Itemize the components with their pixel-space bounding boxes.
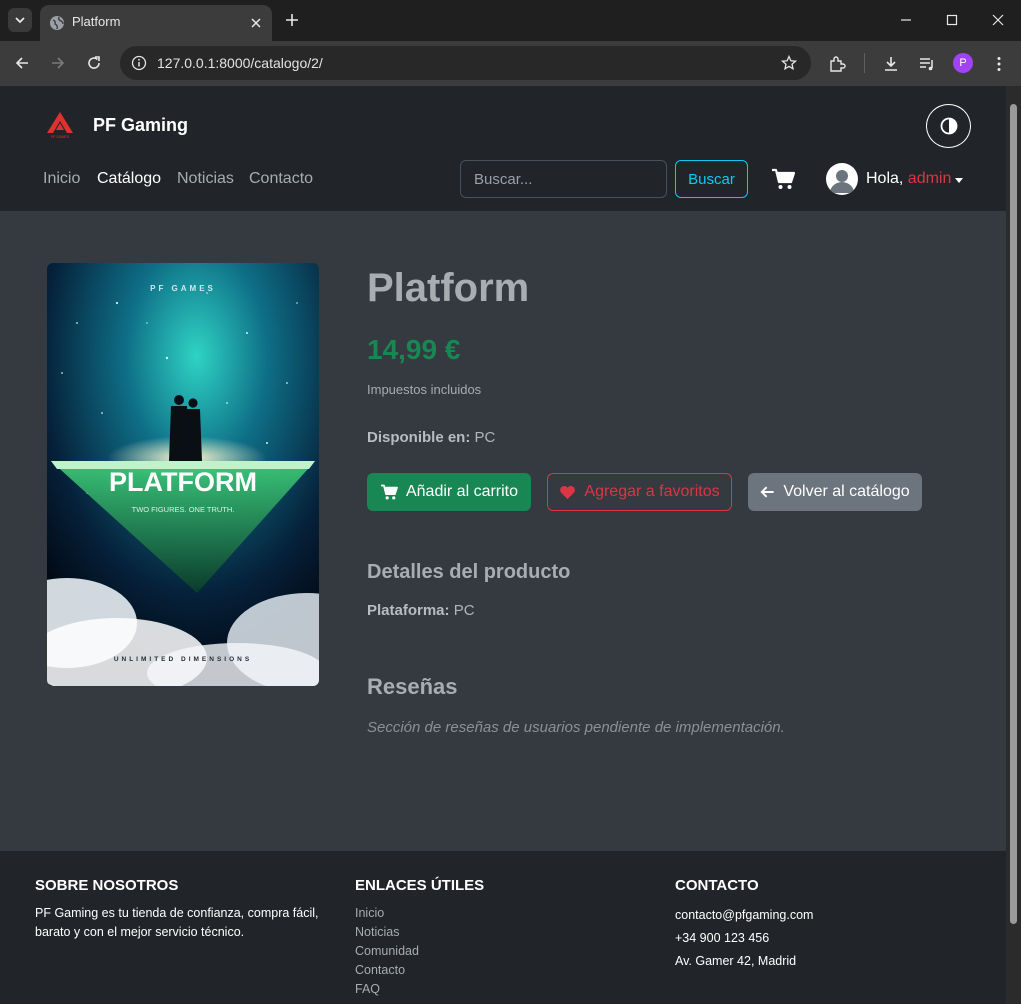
add-to-cart-button[interactable]: Añadir al carrito [367,473,531,511]
site-footer: SOBRE NOSOTROS PF Gaming es tu tienda de… [0,851,1006,1004]
toolbar-separator [864,53,865,73]
new-tab-icon[interactable] [284,12,300,28]
cover-artwork: PLATFORM TWO FIGURES. ONE TRUTH. PF GAME… [47,263,319,686]
add-to-favorites-label: Agregar a favoritos [584,483,720,500]
tax-note: Impuestos incluidos [367,382,482,397]
brand-name[interactable]: PF Gaming [93,115,188,136]
extensions-icon[interactable] [828,55,846,73]
arrow-left-icon [760,486,774,498]
footer-links: ENLACES ÚTILES Inicio Noticias Comunidad… [355,877,635,999]
search-input[interactable] [460,160,667,198]
search-button[interactable]: Buscar [675,160,748,198]
bookmark-star-icon[interactable] [781,55,797,71]
cover-bottom-text: UNLIMITED DIMENSIONS [114,656,252,663]
back-to-catalog-label: Volver al catálogo [783,483,910,500]
platform-label: Plataforma: [367,602,450,619]
scrollbar-thumb[interactable] [1010,104,1017,924]
add-to-cart-label: Añadir al carrito [405,483,519,500]
nav-link-noticias[interactable]: Noticias [177,170,234,188]
footer-link-noticias[interactable]: Noticias [355,923,635,942]
footer-contact-heading: CONTACTO [675,877,759,894]
footer-about-text: PF Gaming es tu tienda de confianza, com… [35,906,319,939]
theme-toggle-button[interactable] [926,104,971,148]
platform-value: PC [453,602,475,619]
nav-link-inicio[interactable]: Inicio [43,170,80,188]
availability-label: Disponible en: [367,429,471,446]
site-info-icon[interactable] [131,55,147,71]
footer-links-heading: ENLACES ÚTILES [355,877,485,894]
add-to-favorites-button[interactable]: Agregar a favoritos [547,473,732,511]
browser-tab-strip: Platform [0,0,1021,41]
footer-about-heading: SOBRE NOSOTROS [35,877,179,894]
tab-title: Platform [72,14,121,29]
contact-phone: +34 900 123 456 [675,931,770,945]
maximize-icon[interactable] [944,12,960,28]
media-queue-icon[interactable] [918,55,936,73]
user-avatar[interactable] [826,163,858,195]
download-icon[interactable] [882,55,900,73]
footer-contact: CONTACTO contacto@pfgaming.com +34 900 1… [675,877,975,973]
reviews-heading: Reseñas [367,674,458,699]
cart-icon [380,484,398,500]
details-heading: Detalles del producto [367,561,571,583]
footer-link-inicio[interactable]: Inicio [355,904,635,923]
address-bar[interactable]: 127.0.0.1:8000/catalogo/2/ [120,46,811,80]
nav-link-catalogo[interactable]: Catálogo [97,170,161,188]
page-viewport: PF GAMES PF Gaming Inicio Catálogo Notic… [0,86,1006,1004]
url-text[interactable]: 127.0.0.1:8000/catalogo/2/ [157,55,323,71]
cover-tagline: TWO FIGURES. ONE TRUTH. [132,505,235,514]
contact-address: Av. Gamer 42, Madrid [675,954,797,968]
reviews-note: Sección de reseñas de usuarios pendiente… [367,719,785,736]
back-arrow-icon[interactable] [14,55,30,71]
window-close-icon[interactable] [990,12,1006,28]
footer-about: SOBRE NOSOTROS PF Gaming es tu tienda de… [35,877,335,942]
greeting-text: Hola, [866,170,908,187]
shopping-cart-icon[interactable] [771,168,795,190]
user-icon [830,170,854,193]
availability: Disponible en: PC [367,429,495,446]
heart-icon [560,485,576,499]
footer-link-contacto[interactable]: Contacto [355,961,635,980]
user-greeting[interactable]: Hola, admin [866,170,951,188]
chevron-down-icon [15,17,25,24]
browser-tab[interactable]: Platform [40,5,272,41]
username: admin [907,170,952,187]
reload-icon[interactable] [86,55,102,71]
availability-value: PC [474,429,496,446]
browser-toolbar: 127.0.0.1:8000/catalogo/2/ [0,41,1021,86]
pf-gaming-logo[interactable]: PF GAMES [45,111,75,139]
product-price: 14,99 € [367,334,461,365]
footer-link-comunidad[interactable]: Comunidad [355,942,635,961]
nav-link-contacto[interactable]: Contacto [249,170,313,188]
globe-icon [50,16,64,30]
cover-top-text: PF GAMES [150,284,216,293]
footer-link-faq[interactable]: FAQ [355,980,635,999]
product-cover-image: PLATFORM TWO FIGURES. ONE TRUTH. PF GAME… [47,263,319,686]
contrast-icon [940,117,957,135]
caret-down-icon[interactable] [955,178,963,183]
forward-arrow-icon[interactable] [50,55,66,71]
logo-caption: PF GAMES [51,135,70,139]
close-icon[interactable] [249,16,263,30]
site-header: PF GAMES PF Gaming Inicio Catálogo Notic… [0,86,1006,211]
tab-search-button[interactable] [8,8,32,32]
more-menu-icon[interactable] [990,55,1008,73]
cover-title-text: PLATFORM [109,467,257,497]
contact-email[interactable]: contacto@pfgaming.com [675,904,975,927]
page-scrollbar[interactable] [1006,86,1021,1004]
product-title: Platform [367,266,530,310]
platform-detail: Plataforma: PC [367,602,475,619]
profile-avatar[interactable]: P [953,53,973,73]
minimize-icon[interactable] [898,12,914,28]
back-to-catalog-button[interactable]: Volver al catálogo [748,473,922,511]
